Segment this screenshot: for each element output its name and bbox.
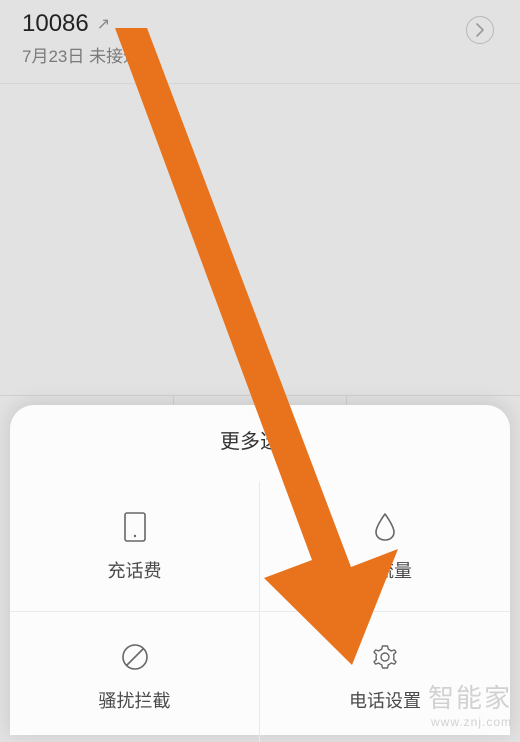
watermark-url: www.znj.com [431, 715, 512, 729]
watermark: 智能家 www.znj.com [428, 678, 512, 729]
option-recharge-data[interactable]: 充流量 [260, 482, 510, 612]
option-label: 骚扰拦截 [99, 687, 171, 713]
outgoing-icon: ↗ [97, 14, 110, 34]
option-label: 充流量 [358, 557, 412, 583]
call-number-row: 10086 ↗ [22, 10, 140, 38]
call-log-info: 10086 ↗ 7月23日 未接通 [22, 10, 140, 67]
drop-icon [369, 511, 401, 543]
watermark-text: 智能家 [428, 678, 512, 715]
sheet-title: 更多选项 [10, 425, 510, 454]
call-meta: 7月23日 未接通 [22, 42, 140, 67]
chevron-right-icon [476, 23, 485, 37]
call-number: 10086 [22, 10, 89, 38]
option-block-spam[interactable]: 骚扰拦截 [10, 612, 260, 742]
option-recharge-balance[interactable]: 充话费 [10, 482, 260, 612]
option-label: 充话费 [108, 557, 162, 583]
phone-card-icon [119, 511, 151, 543]
call-date: 7月23日 [22, 47, 84, 66]
block-icon [119, 641, 151, 673]
gear-icon [369, 641, 401, 673]
call-detail-button[interactable] [466, 16, 494, 44]
option-label: 电话设置 [349, 687, 421, 713]
call-log-item[interactable]: 10086 ↗ 7月23日 未接通 [0, 0, 520, 84]
call-status: 未接通 [89, 47, 140, 66]
